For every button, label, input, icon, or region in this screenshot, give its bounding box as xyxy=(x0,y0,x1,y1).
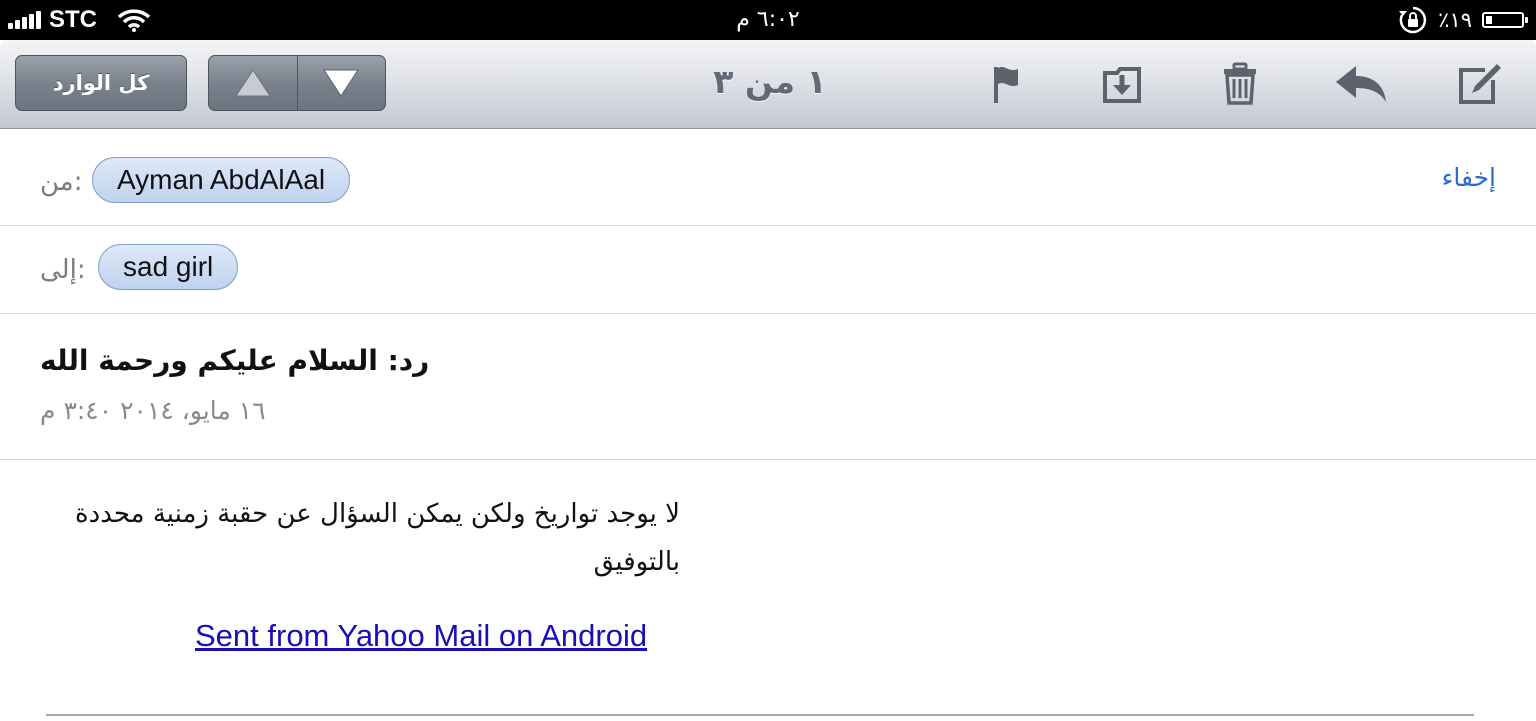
recipient-chip[interactable]: sad girl xyxy=(98,244,239,290)
flag-icon xyxy=(994,66,1018,103)
battery-level xyxy=(1486,16,1492,24)
flag-button[interactable] xyxy=(981,62,1029,106)
to-row: إلى: sad girl xyxy=(0,226,1536,314)
from-label: من: xyxy=(40,167,83,197)
trash-icon xyxy=(1224,62,1256,105)
body-line: بالتوفيق xyxy=(593,547,680,577)
to-label: إلى: xyxy=(40,255,86,285)
status-right: ٪١٩ xyxy=(1398,0,1528,40)
compose-icon xyxy=(1459,64,1501,104)
move-to-folder-icon xyxy=(1103,67,1141,103)
battery-percent: ٪١٩ xyxy=(1438,8,1472,32)
delete-button[interactable] xyxy=(1216,62,1264,106)
sender-chip[interactable]: Ayman AbdAlAal xyxy=(92,157,351,203)
hide-details-link[interactable]: إخفاء xyxy=(1442,163,1496,192)
status-time: ٦:٠٢ م xyxy=(736,7,800,32)
subject-block: رد: السلام عليكم ورحمة الله ١٦ مايو، ٢٠١… xyxy=(0,314,1536,460)
next-message-button[interactable] xyxy=(296,56,386,110)
arrow-up-icon xyxy=(234,69,271,97)
signature-link[interactable]: Sent from Yahoo Mail on Android xyxy=(195,618,647,654)
status-bar: STC ٦:٠٢ م ٪١٩ xyxy=(0,0,1536,40)
move-button[interactable] xyxy=(1098,62,1146,106)
mail-toolbar: كل الوارد ١ من ٣ xyxy=(0,40,1536,129)
message-subject: رد: السلام عليكم ورحمة الله xyxy=(40,344,430,377)
reply-button[interactable] xyxy=(1334,62,1388,106)
message-body: لا يوجد تواريخ ولكن يمكن السؤال عن حقبة … xyxy=(40,490,680,586)
message-date: ١٦ مايو، ٢٠١٤ ٣:٤٠ م xyxy=(40,396,266,425)
all-inboxes-button[interactable]: كل الوارد xyxy=(15,55,187,111)
battery-icon xyxy=(1482,12,1528,28)
divider xyxy=(46,714,1474,716)
message-navigation xyxy=(208,55,386,111)
rotation-lock-icon xyxy=(1399,6,1427,34)
arrow-down-icon xyxy=(323,69,360,97)
from-row: من: Ayman AbdAlAal إخفاء xyxy=(0,137,1536,226)
message-counter: ١ من ٣ xyxy=(713,62,827,101)
previous-message-button[interactable] xyxy=(209,56,297,110)
compose-button[interactable] xyxy=(1456,62,1504,106)
reply-icon xyxy=(1336,66,1386,102)
body-line: لا يوجد تواريخ ولكن يمكن السؤال عن حقبة … xyxy=(75,499,680,529)
